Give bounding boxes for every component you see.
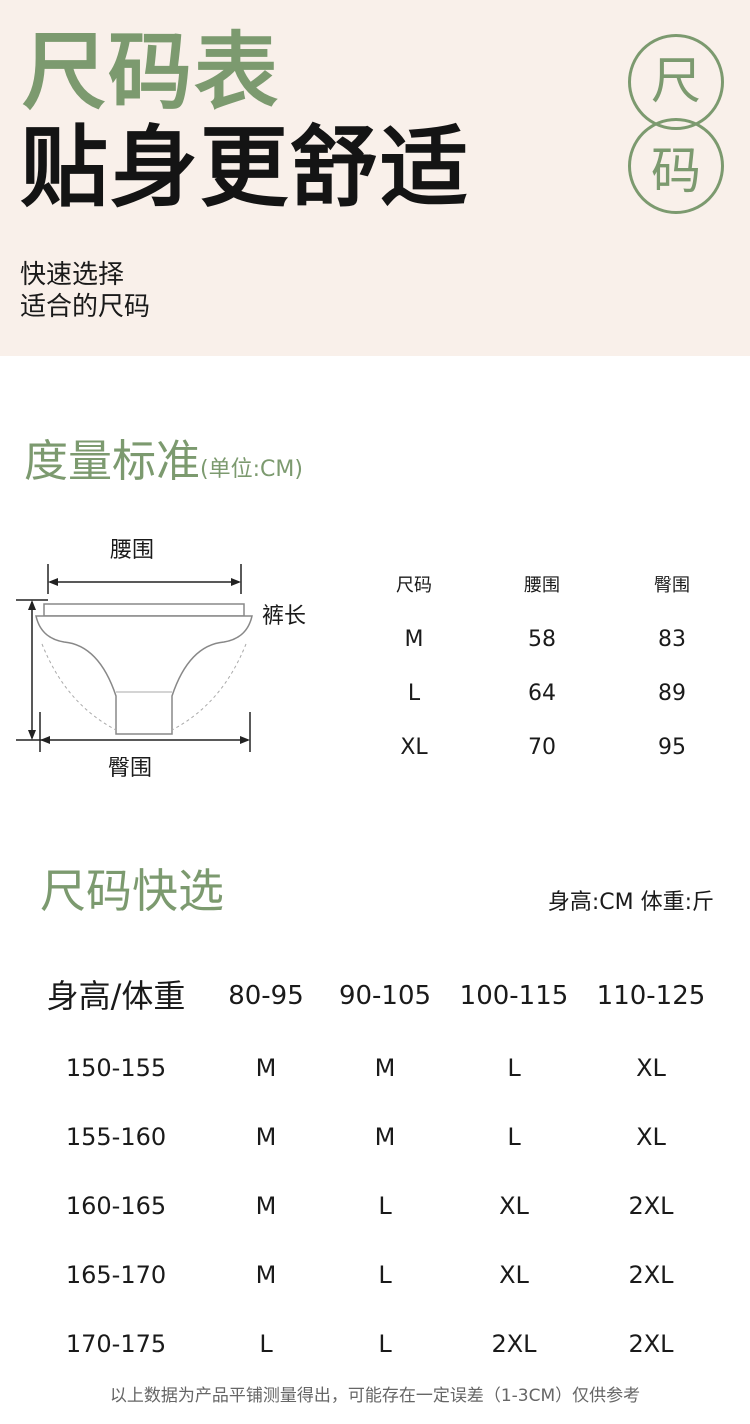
table-row: 170-175 L L 2XL 2XL <box>0 1314 750 1374</box>
size-badge: 尺 码 <box>628 34 724 214</box>
header-banner: 尺码表 贴身更舒适 快速选择 适合的尺码 尺 码 <box>0 0 750 356</box>
height-cell: 170-175 <box>65 1330 167 1358</box>
size-cell: M <box>255 1054 277 1082</box>
header-weight-1: 80-95 <box>228 981 304 1011</box>
waist-cell: 58 <box>528 627 556 652</box>
size-cell: M <box>255 1261 277 1289</box>
header-weight-4: 110-125 <box>596 981 706 1011</box>
height-cell: 155-160 <box>65 1123 167 1151</box>
briefs-illustration <box>16 564 253 752</box>
hip-cell: 95 <box>658 735 686 760</box>
disclaimer-note: 以上数据为产品平铺测量得出，可能存在一定误差（1-3CM）仅供参考 <box>109 1386 641 1406</box>
tagline-line2: 适合的尺码 <box>20 292 151 322</box>
size-cell: M <box>404 627 424 652</box>
height-cell: 160-165 <box>65 1192 167 1220</box>
header-weight-2: 90-105 <box>338 981 432 1011</box>
header-height-weight: 身高/体重 <box>46 977 186 1015</box>
quick-section-title: 尺码快选 <box>40 864 224 918</box>
height-weight-unit-note: 身高:CM 体重:斤 <box>547 890 714 915</box>
table-row: XL 70 95 <box>346 728 742 768</box>
size-cell: M <box>255 1123 277 1151</box>
size-cell: XL <box>636 1054 666 1082</box>
hip-cell: 83 <box>658 627 686 652</box>
size-cell: L <box>407 681 421 706</box>
size-cell: M <box>374 1054 396 1082</box>
size-cell: XL <box>499 1261 529 1289</box>
hip-label: 臀围 <box>108 756 153 781</box>
measure-header-size: 尺码 <box>396 575 432 596</box>
measure-title-text: 度量标准 <box>24 436 200 487</box>
table-row: M 58 83 <box>346 620 742 660</box>
height-cell: 150-155 <box>65 1054 167 1082</box>
badge-char-1: 尺 <box>651 52 701 110</box>
size-cell: L <box>507 1123 521 1151</box>
unit-note: (单位:CM) <box>200 457 303 482</box>
size-cell: M <box>255 1192 277 1220</box>
measure-header-hip: 臀围 <box>654 575 690 596</box>
page-title: 尺码表 <box>22 23 281 121</box>
size-cell: 2XL <box>628 1261 674 1289</box>
size-cell: M <box>374 1123 396 1151</box>
waist-label: 腰围 <box>110 538 155 563</box>
size-cell: XL <box>499 1192 529 1220</box>
tagline-line1: 快速选择 <box>20 260 125 290</box>
size-cell: XL <box>400 735 428 760</box>
table-row: 150-155 M M L XL <box>0 1038 750 1098</box>
size-cell: L <box>378 1330 392 1358</box>
badge-char-2: 码 <box>651 142 701 200</box>
size-cell: 2XL <box>628 1192 674 1220</box>
hip-cell: 89 <box>658 681 686 706</box>
size-cell: L <box>378 1261 392 1289</box>
size-cell: L <box>378 1192 392 1220</box>
size-cell: XL <box>636 1123 666 1151</box>
waist-cell: 64 <box>528 681 556 706</box>
height-cell: 165-170 <box>65 1261 167 1289</box>
table-row: 165-170 M L XL 2XL <box>0 1245 750 1305</box>
measure-header-waist: 腰围 <box>524 575 560 596</box>
table-row: 155-160 M M L XL <box>0 1107 750 1167</box>
measure-section-title: 度量标准(单位:CM) <box>24 440 303 484</box>
size-cell: 2XL <box>491 1330 537 1358</box>
measure-table-header: 尺码 腰围 臀围 <box>346 566 742 606</box>
page-subtitle: 贴身更舒适 <box>20 116 471 219</box>
table-row: 160-165 M L XL 2XL <box>0 1176 750 1236</box>
quick-table-header: 身高/体重 80-95 90-105 100-115 110-125 <box>0 966 750 1026</box>
size-cell: 2XL <box>628 1330 674 1358</box>
size-cell: L <box>259 1330 273 1358</box>
briefs-diagram: 腰围 裤长 臀围 <box>12 534 312 790</box>
table-row: L 64 89 <box>346 674 742 714</box>
length-label: 裤长 <box>262 604 307 629</box>
size-cell: L <box>507 1054 521 1082</box>
header-weight-3: 100-115 <box>459 981 569 1011</box>
waist-cell: 70 <box>528 735 556 760</box>
